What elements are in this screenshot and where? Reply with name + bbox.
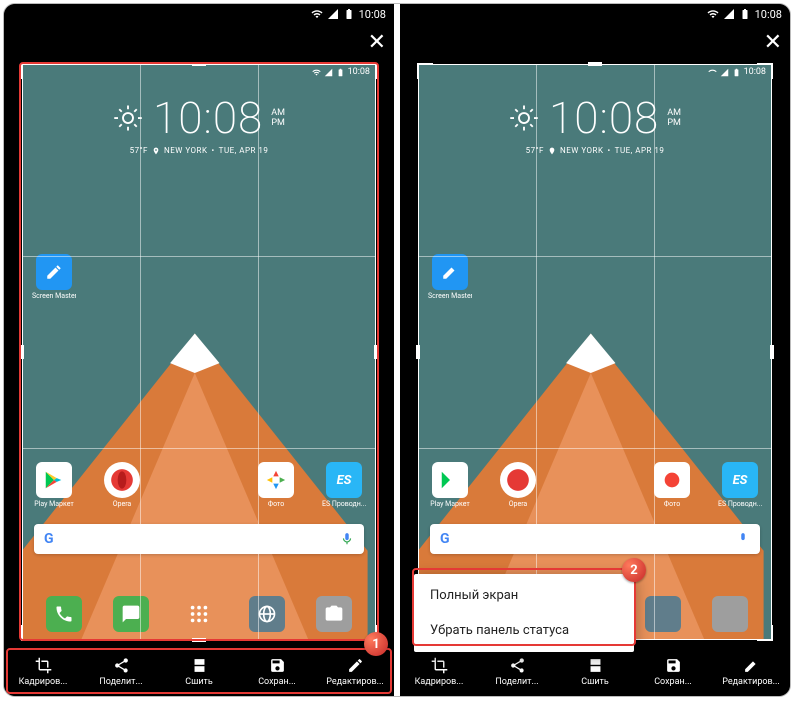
editor-toolbar: Кадриров... Поделит... Сшить Сохран... Р… [400, 648, 790, 696]
save-button[interactable]: Сохран... [634, 648, 712, 696]
stitch-button[interactable]: Сшить [160, 648, 238, 696]
system-statusbar: 10:08 [4, 4, 394, 24]
badge-1: 1 [364, 632, 388, 656]
crop-frame[interactable]: 10:08 10:08 AMPM 57°F NEW YORK•TUE, APR … [418, 64, 772, 640]
share-button[interactable]: Поделит... [82, 648, 160, 696]
phone-right: 10:08 ✕ 10:08 10:08 [400, 4, 790, 696]
phone-left: 10:08 ✕ 10:08 10: [4, 4, 394, 696]
stitch-button[interactable]: Сшить [556, 648, 634, 696]
editor-toolbar: Кадриров... Поделит... Сшить Сохран... Р… [4, 648, 394, 696]
signal-icon [327, 8, 339, 20]
crop-button[interactable]: Кадриров... [400, 648, 478, 696]
battery-icon [739, 8, 751, 20]
screenshot-editor: ✕ 10:08 10:08 AMPM [400, 24, 790, 648]
edit-button[interactable]: Редактиров... [712, 648, 790, 696]
close-button[interactable]: ✕ [368, 30, 386, 55]
system-statusbar: 10:08 [400, 4, 790, 24]
save-button[interactable]: Сохран... [238, 648, 316, 696]
crop-frame[interactable]: 10:08 10:08 AMPM 57°F NEW YORK • TUE, AP… [22, 64, 376, 640]
wifi-icon [707, 8, 719, 20]
status-time: 10:08 [359, 8, 386, 21]
crop-button[interactable]: Кадриров... [4, 648, 82, 696]
popup-fullscreen[interactable]: Полный экран [414, 578, 634, 613]
wifi-icon [311, 8, 323, 20]
screenshot-editor: ✕ 10:08 10:08 AM [4, 24, 394, 648]
badge-2: 2 [622, 558, 646, 582]
popup-remove-statusbar[interactable]: Убрать панель статуса [414, 613, 634, 648]
signal-icon [723, 8, 735, 20]
crop-menu-popup: Полный экран Убрать панель статуса [414, 574, 634, 652]
share-button[interactable]: Поделит... [478, 648, 556, 696]
edit-button[interactable]: Редактиров... [316, 648, 394, 696]
close-button[interactable]: ✕ [764, 30, 782, 55]
status-time: 10:08 [755, 8, 782, 21]
battery-icon [343, 8, 355, 20]
